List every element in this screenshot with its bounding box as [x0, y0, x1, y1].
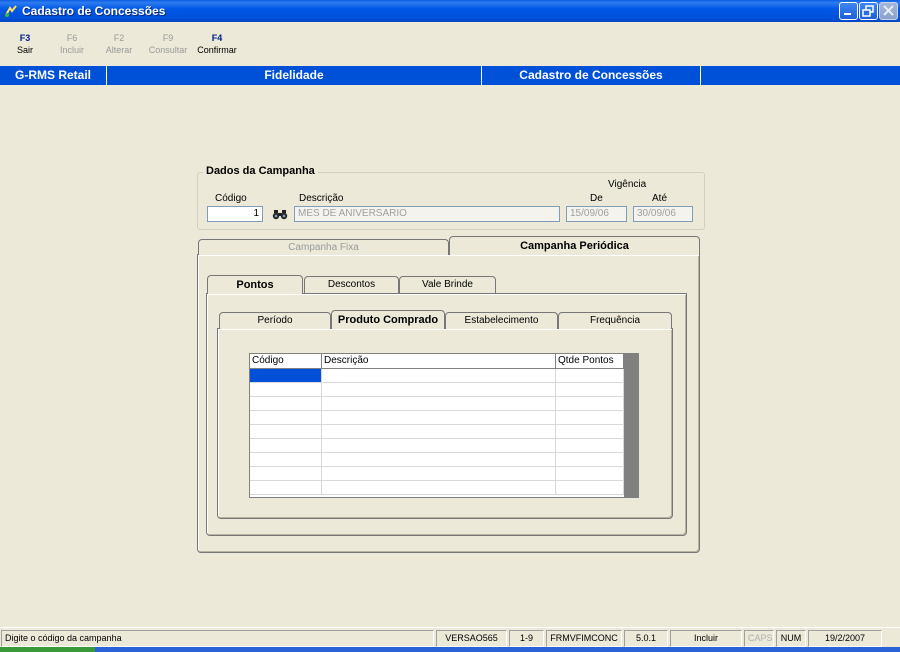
column-header-qtde-pontos[interactable]: Qtde Pontos — [556, 354, 624, 369]
grid-cell[interactable] — [322, 467, 556, 481]
grid-cell[interactable] — [250, 467, 322, 481]
grid-cell[interactable] — [322, 453, 556, 467]
function-key-toolbar: F3 Sair F6 Incluir F2 Alterar F9 Consult… — [0, 22, 900, 66]
fkey-label: F6 — [66, 33, 78, 43]
minimize-button[interactable] — [839, 2, 858, 20]
grid-cell[interactable] — [556, 481, 624, 495]
grid-cell[interactable] — [322, 481, 556, 495]
status-version: VERSAO565 — [436, 630, 507, 647]
module-navbar: G-RMS Retail Fidelidade Cadastro de Conc… — [0, 66, 900, 85]
codigo-field[interactable]: 1 — [207, 206, 263, 222]
status-caps: CAPS — [744, 630, 774, 647]
fkey-label: F4 — [211, 33, 223, 43]
grid-cell-selected[interactable] — [250, 369, 322, 383]
fkey-caption: Sair — [16, 45, 33, 55]
grid-cell[interactable] — [322, 383, 556, 397]
status-release: 5.0.1 — [624, 630, 668, 647]
fkey-caption: Incluir — [59, 45, 84, 55]
status-date: 19/2/2007 — [808, 630, 882, 647]
vertical-scrollbar[interactable] — [624, 354, 638, 497]
status-form: FRMVFIMCONC — [546, 630, 622, 647]
grid-cell[interactable] — [250, 397, 322, 411]
status-bar: Digite o código da campanha VERSAO565 1-… — [0, 627, 900, 647]
fkey-label: F3 — [19, 33, 31, 43]
grid-cell[interactable] — [322, 369, 556, 383]
fkey-label: F2 — [113, 33, 125, 43]
column-header-descricao[interactable]: Descrição — [322, 354, 556, 369]
group-title: Dados da Campanha — [203, 165, 318, 177]
ate-label: Até — [652, 193, 668, 204]
grid-cell[interactable] — [322, 439, 556, 453]
confirm-button[interactable]: F4 Confirmar — [195, 32, 239, 56]
ate-date-field[interactable]: 30/09/06 — [633, 206, 693, 222]
app-icon — [5, 5, 17, 17]
tab-campanha-fixa[interactable]: Campanha Fixa — [198, 239, 449, 255]
status-mode: Incluir — [670, 630, 742, 647]
grid-cell[interactable] — [556, 467, 624, 481]
grid-cell[interactable] — [556, 425, 624, 439]
consult-button[interactable]: F9 Consultar — [145, 32, 191, 56]
binoculars-icon — [272, 210, 288, 220]
product-points-grid[interactable]: Código Produto Descrição Qtde Pontos — [249, 353, 639, 498]
codigo-label: Código — [215, 193, 247, 204]
restore-button[interactable] — [859, 2, 878, 20]
fkey-caption: Alterar — [105, 45, 133, 55]
descricao-label: Descrição — [299, 193, 344, 204]
title-bar: Cadastro de Concessões — [0, 0, 900, 22]
grid-cell[interactable] — [556, 369, 624, 383]
de-label: De — [590, 193, 603, 204]
grid-cell[interactable] — [250, 411, 322, 425]
tab-periodo[interactable]: Período — [219, 312, 331, 329]
grid-cell[interactable] — [250, 439, 322, 453]
start-button-edge — [0, 647, 95, 652]
grid-cell[interactable] — [250, 481, 322, 495]
grid-cell[interactable] — [250, 425, 322, 439]
fkey-caption: Confirmar — [197, 45, 237, 55]
grid-cell[interactable] — [556, 439, 624, 453]
tab-pontos[interactable]: Pontos — [207, 275, 303, 294]
grid-cell[interactable] — [250, 383, 322, 397]
status-num: NUM — [776, 630, 806, 647]
module-name: Fidelidade — [107, 66, 482, 85]
tab-estabelecimento[interactable]: Estabelecimento — [445, 312, 558, 329]
tab-produto-comprado[interactable]: Produto Comprado — [331, 310, 445, 329]
grid-cell[interactable] — [322, 425, 556, 439]
grid-cell[interactable] — [556, 397, 624, 411]
alter-button[interactable]: F2 Alterar — [102, 32, 136, 56]
de-date-field[interactable]: 15/09/06 — [566, 206, 627, 222]
grid-cell[interactable] — [322, 397, 556, 411]
grid-cell[interactable] — [322, 411, 556, 425]
descricao-field[interactable]: MES DE ANIVERSARIO — [294, 206, 560, 222]
tab-descontos[interactable]: Descontos — [304, 276, 399, 293]
close-button[interactable] — [879, 2, 898, 20]
taskbar-strip — [0, 647, 900, 652]
status-page: 1-9 — [509, 630, 544, 647]
search-button[interactable] — [271, 206, 289, 222]
minimize-icon — [844, 13, 851, 15]
fkey-caption: Consultar — [148, 45, 188, 55]
window-title: Cadastro de Concessões — [22, 4, 166, 18]
tab-frequencia[interactable]: Frequência — [558, 312, 672, 329]
status-message: Digite o código da campanha — [1, 630, 434, 647]
exit-button[interactable]: F3 Sair — [14, 32, 36, 56]
fkey-label: F9 — [162, 33, 174, 43]
grid-cell[interactable] — [556, 383, 624, 397]
close-icon — [883, 5, 894, 16]
column-header-codigo-produto[interactable]: Código Produto — [250, 354, 322, 380]
vigencia-label: Vigência — [608, 179, 647, 190]
include-button[interactable]: F6 Incluir — [57, 32, 87, 56]
tab-campanha-periodica[interactable]: Campanha Periódica — [449, 236, 700, 255]
grid-cell[interactable] — [250, 453, 322, 467]
grid-cell[interactable] — [556, 453, 624, 467]
screen-name: Cadastro de Concessões — [482, 66, 701, 85]
tab-vale-brinde[interactable]: Vale Brinde — [399, 276, 496, 293]
app-name: G-RMS Retail — [0, 66, 107, 85]
grid-cell[interactable] — [556, 411, 624, 425]
restore-icon — [862, 5, 874, 17]
